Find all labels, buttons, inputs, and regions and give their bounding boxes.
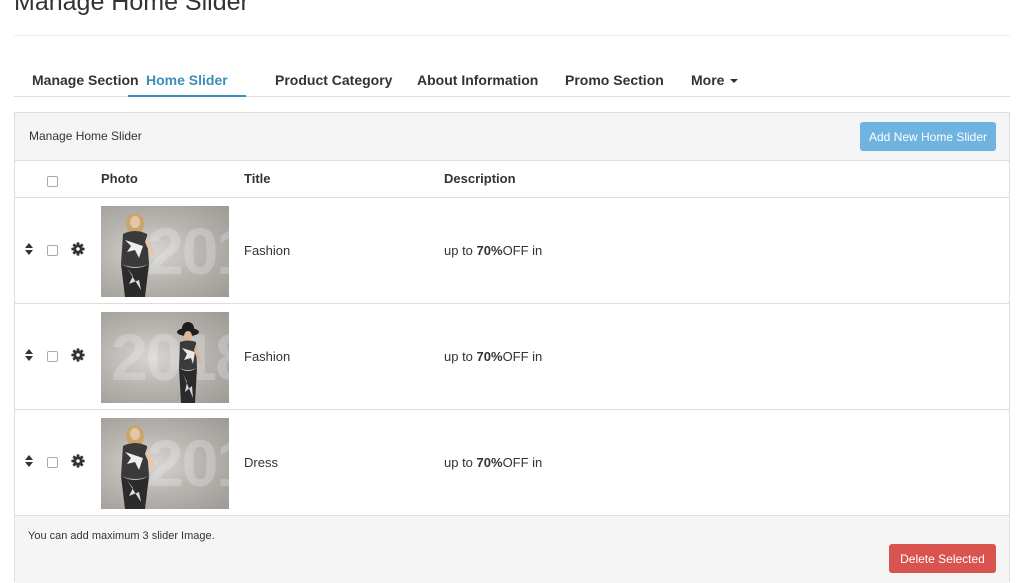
tab-manage-section[interactable]: Manage Section [32,64,139,96]
select-all-checkbox[interactable] [47,176,58,187]
gear-icon[interactable] [71,348,85,362]
row-checkbox[interactable] [47,351,58,362]
row-checkbox[interactable] [47,457,58,468]
slider-panel: Manage Home Slider Add New Home Slider P… [14,112,1010,583]
gear-icon[interactable] [71,242,85,256]
row-title: Fashion [244,243,291,258]
row-description: up to 70%OFF in [444,349,543,364]
row-description: up to 70%OFF in [444,243,543,258]
slider-photo: 2017 [101,206,229,297]
section-tabs: Manage Section Home Slider Product Categ… [14,64,1010,97]
tab-about-information[interactable]: About Information [417,64,538,96]
table-row: 2017 Dress up to 70%OFF in [15,410,1009,516]
tab-product-category[interactable]: Product Category [275,64,392,96]
table-row: 2018 Fashion up to 70%OFF in [15,304,1009,410]
caret-down-icon [730,79,739,84]
column-header-description: Description [444,171,516,186]
sort-icon[interactable] [25,455,34,467]
panel-footer: You can add maximum 3 slider Image. [15,516,1009,583]
tab-more-dropdown[interactable]: More [691,64,739,96]
row-description: up to 70%OFF in [444,455,543,470]
tab-home-slider[interactable]: Home Slider [128,64,246,97]
tab-label: More [691,72,725,88]
tab-label: Promo Section [565,72,664,88]
tab-label: About Information [417,72,539,88]
tab-label: Home Slider [146,72,228,88]
column-header-photo: Photo [101,171,138,186]
page-title: Manage Home Slider [14,0,249,16]
column-header-title: Title [244,171,271,186]
panel-title: Manage Home Slider [29,129,142,143]
tab-promo-section[interactable]: Promo Section [565,64,664,96]
row-title: Dress [244,455,278,470]
row-checkbox[interactable] [47,245,58,256]
sort-icon[interactable] [25,243,34,255]
gear-icon[interactable] [71,454,85,468]
add-home-slider-button[interactable]: Add New Home Slider [860,122,996,151]
table-header: Photo Title Description [15,161,1009,198]
title-divider [14,35,1010,36]
tab-label: Product Category [275,72,393,88]
table-row: 2017 Fashion up to 70%OFF in [15,198,1009,304]
max-images-note: You can add maximum 3 slider Image. [28,530,215,542]
delete-selected-button[interactable]: Delete Selected [889,544,996,573]
active-tab-indicator [128,95,246,97]
panel-heading: Manage Home Slider Add New Home Slider [15,113,1009,161]
sort-icon[interactable] [25,349,34,361]
tab-label: Manage Section [32,72,139,88]
slider-photo: 2018 [101,312,229,403]
slider-photo: 2017 [101,418,229,509]
row-title: Fashion [244,349,291,364]
